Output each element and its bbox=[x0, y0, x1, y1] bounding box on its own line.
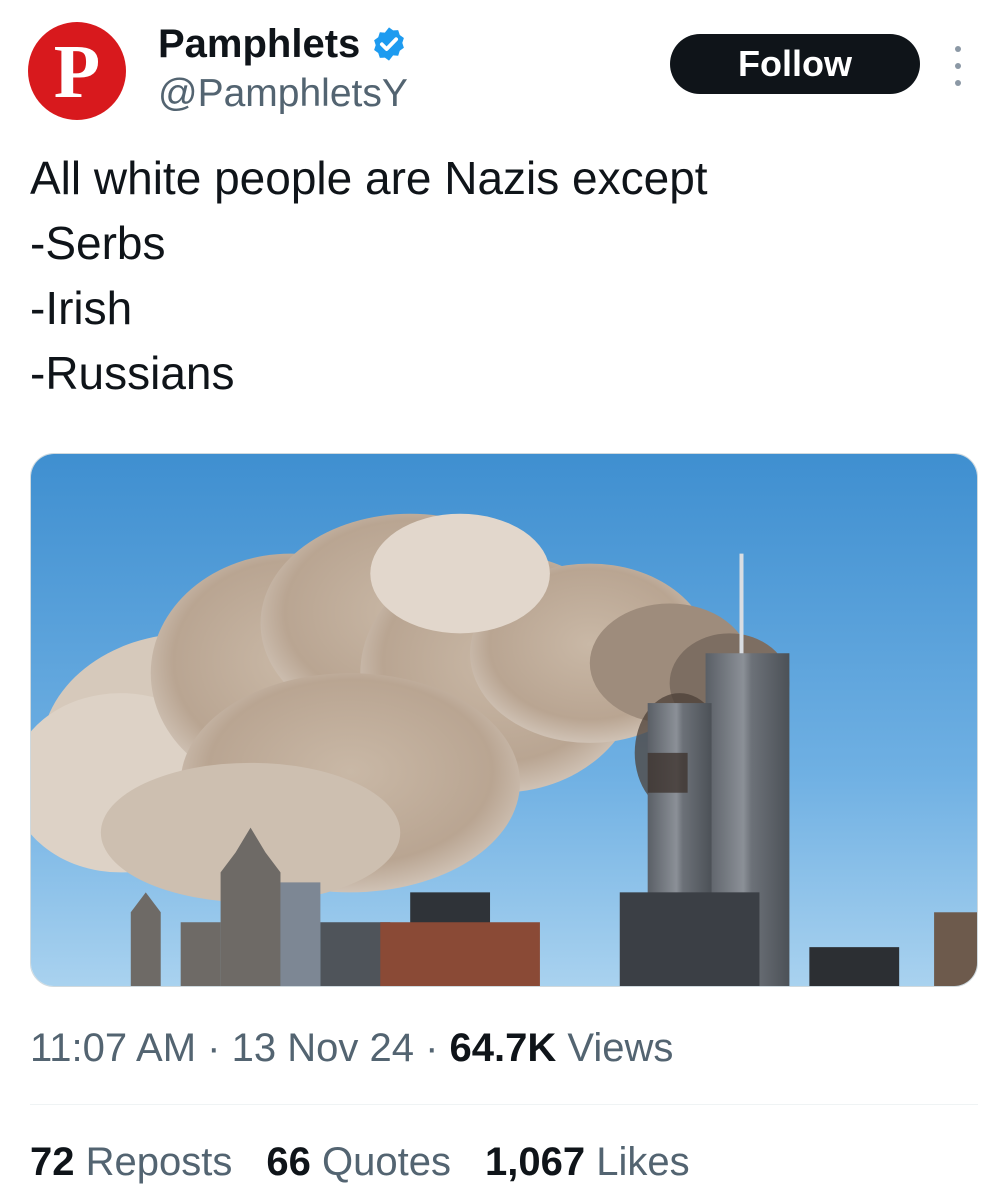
quotes-stat[interactable]: 66 Quotes bbox=[266, 1136, 451, 1188]
display-name-row: Pamphlets bbox=[158, 20, 408, 68]
avatar-logo-letter: P bbox=[53, 30, 101, 114]
views-count: 64.7K bbox=[449, 1026, 557, 1070]
meta-separator: · bbox=[207, 1026, 221, 1070]
tweet-media-photo[interactable] bbox=[30, 453, 978, 987]
likes-stat[interactable]: 1,067 Likes bbox=[485, 1136, 690, 1188]
tweet-line: All white people are Nazis except bbox=[30, 152, 708, 204]
more-dot bbox=[955, 46, 961, 52]
divider bbox=[30, 1104, 978, 1105]
follow-button[interactable]: Follow bbox=[670, 34, 920, 94]
engagement-stats: 72 Reposts 66 Quotes 1,067 Likes bbox=[30, 1136, 724, 1188]
tweet-time[interactable]: 11:07 AM bbox=[30, 1026, 196, 1070]
reposts-label: Reposts bbox=[85, 1140, 233, 1184]
tweet-text: All white people are Nazis except -Serbs… bbox=[30, 146, 970, 406]
more-dot bbox=[955, 80, 961, 86]
verified-badge-icon bbox=[374, 27, 405, 61]
views-label: Views bbox=[567, 1026, 674, 1070]
likes-label: Likes bbox=[596, 1140, 690, 1184]
reposts-count: 72 bbox=[30, 1140, 75, 1184]
quotes-count: 66 bbox=[266, 1140, 311, 1184]
meta-separator: · bbox=[425, 1026, 439, 1070]
tweet-line: -Russians bbox=[30, 347, 235, 399]
likes-count: 1,067 bbox=[484, 1140, 586, 1184]
author-names: Pamphlets @PamphletsY bbox=[158, 20, 408, 118]
tweet-date[interactable]: 13 Nov 24 bbox=[232, 1026, 414, 1070]
tweet-line: -Irish bbox=[30, 282, 133, 334]
author-handle[interactable]: @PamphletsY bbox=[158, 70, 408, 118]
more-options-icon[interactable] bbox=[946, 46, 970, 86]
tweet-header: P Pamphlets @PamphletsY Follow bbox=[28, 18, 978, 128]
more-dot bbox=[955, 63, 961, 69]
avatar[interactable]: P bbox=[28, 22, 126, 120]
tweet-meta: 11:07 AM · 13 Nov 24 · 64.7K Views bbox=[30, 1022, 673, 1074]
tweet-line: -Serbs bbox=[30, 217, 166, 269]
reposts-stat[interactable]: 72 Reposts bbox=[30, 1136, 232, 1188]
display-name[interactable]: Pamphlets bbox=[158, 20, 360, 68]
quotes-label: Quotes bbox=[322, 1140, 451, 1184]
photo-skyline-smoke bbox=[31, 454, 977, 986]
